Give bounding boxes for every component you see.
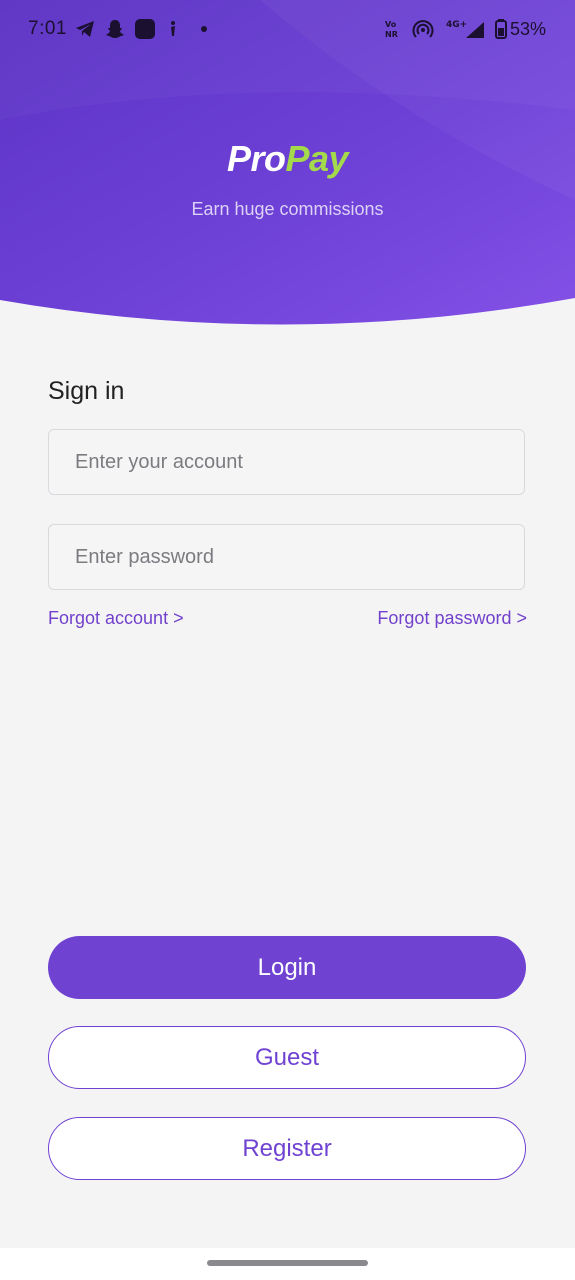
account-field[interactable] (48, 429, 525, 495)
battery-icon (495, 19, 507, 39)
telegram-icon (76, 21, 94, 37)
network-label: 4G+ (446, 20, 467, 30)
brand-logo: ProPay (0, 138, 575, 180)
battery-percentage: 53% (510, 19, 547, 39)
login-button[interactable]: Login (48, 936, 526, 999)
notification-icon (171, 21, 175, 36)
nr-label: NR (385, 30, 398, 39)
signal-icon: 4G+ (446, 20, 484, 38)
password-field[interactable] (48, 524, 525, 590)
brand-tagline: Earn huge commissions (191, 199, 384, 219)
snapchat-icon (106, 20, 124, 38)
volte-icon: Vo NR (385, 20, 398, 39)
status-bar: 7:01 Vo NR 4G+ 53% (0, 0, 575, 58)
app-icon (135, 19, 155, 39)
header-banner: 7:01 Vo NR 4G+ 53% ProPay Earn huge comm… (0, 0, 575, 330)
status-time: 7:01 (28, 18, 67, 39)
home-gesture-handle[interactable] (207, 1260, 368, 1266)
brand-logo-pay: Pay (285, 138, 349, 179)
account-input[interactable] (49, 430, 524, 494)
forgot-account-link[interactable]: Forgot account > (48, 608, 184, 629)
forgot-password-link[interactable]: Forgot password > (377, 608, 527, 629)
dot-icon (201, 26, 207, 32)
guest-button[interactable]: Guest (48, 1026, 526, 1089)
system-navigation-bar (0, 1248, 575, 1280)
sign-in-title: Sign in (48, 377, 125, 405)
volte-label: Vo (385, 20, 397, 29)
brand-logo-pro: Pro (226, 138, 286, 179)
hotspot-icon (412, 20, 434, 38)
register-button[interactable]: Register (48, 1117, 526, 1180)
password-input[interactable] (49, 525, 524, 589)
